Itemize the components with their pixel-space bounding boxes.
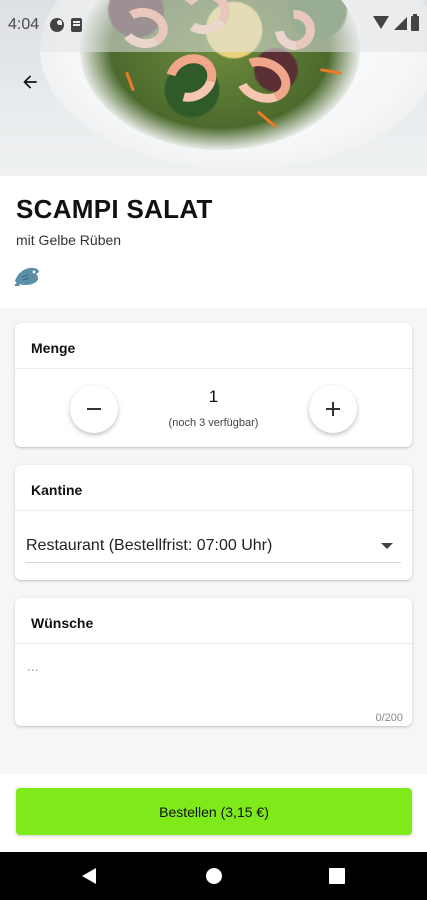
wishes-char-counter: 0/200 [375,712,403,724]
canteen-select[interactable]: Restaurant (Bestellfrist: 07:00 Uhr) [25,525,401,563]
product-title: SCAMPI SALAT [16,194,213,224]
quantity-card: Menge 1 (noch 3 verfügbar) [15,323,412,447]
plus-icon [326,402,340,416]
sim-card-icon [71,18,82,32]
battery-icon [411,14,419,31]
product-info: SCAMPI SALAT mit Gelbe Rüben [0,176,427,308]
arrow-back-icon [23,75,37,89]
nav-recents-icon[interactable] [329,868,345,884]
order-bar: Bestellen (3,15 €) [0,774,427,852]
canteen-card: Kantine Restaurant (Bestellfrist: 07:00 … [15,465,412,580]
nav-home-icon[interactable] [206,868,222,884]
wishes-card: Wünsche 0/200 [15,598,412,726]
wishes-header: Wünsche [15,598,412,644]
system-navigation-bar [0,852,427,900]
status-time: 4:04 [8,16,40,33]
screen: 4:04 SCAMPI SALAT mit Gelbe Rüben Menge … [0,0,427,900]
nav-back-icon[interactable] [82,868,96,884]
increase-quantity-button[interactable] [309,385,357,433]
status-bar: 4:04 [0,0,427,52]
dropdown-arrow-icon [381,543,393,549]
canteen-select-value: Restaurant (Bestellfrist: 07:00 Uhr) [26,537,273,554]
fish-icon [14,267,39,286]
wishes-input[interactable] [15,644,412,726]
back-button[interactable] [12,64,48,100]
order-button[interactable]: Bestellen (3,15 €) [16,788,412,835]
product-subtitle: mit Gelbe Rüben [16,232,122,248]
wifi-icon [373,16,389,29]
signal-icon [394,17,407,30]
quantity-header: Menge [15,323,412,369]
notification-icon [50,18,64,32]
canteen-header: Kantine [15,465,412,511]
